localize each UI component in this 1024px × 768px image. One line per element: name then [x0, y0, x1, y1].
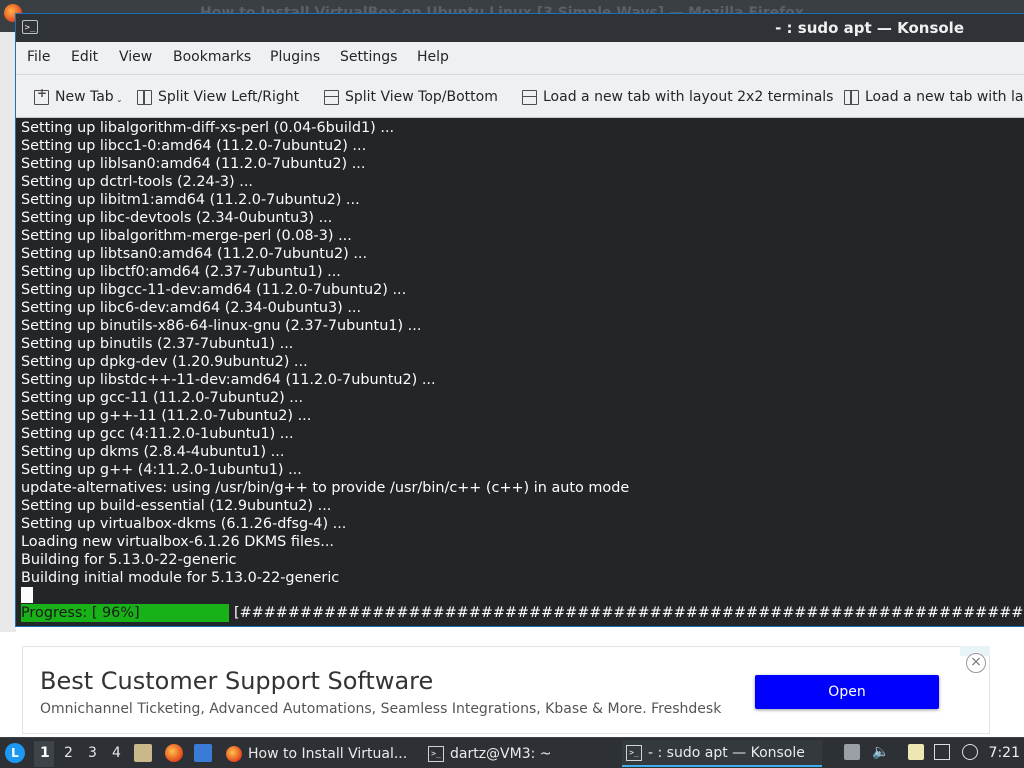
- layout-more-button[interactable]: Load a new tab with lay: [844, 87, 1024, 107]
- layout-2x2-button[interactable]: Load a new tab with layout 2x2 terminals: [522, 87, 833, 107]
- terminal-line: Setting up liblsan0:amd64 (11.2.0-7ubunt…: [21, 156, 366, 172]
- desktop-2[interactable]: 2: [64, 745, 73, 761]
- firefox-side-strip: [0, 32, 16, 632]
- toolbar: New Tab ⌄ Split View Left/Right Split Vi…: [16, 75, 1024, 118]
- terminal-line: Setting up dkms (2.8.4-4ubuntu1) ...: [21, 444, 285, 460]
- task-firefox-label: How to Install Virtual...: [248, 745, 408, 762]
- konsole-window-title: - : sudo apt — Konsole: [775, 19, 964, 37]
- menu-view[interactable]: View: [119, 49, 152, 65]
- terminal-line: Setting up libc-devtools (2.34-0ubuntu3)…: [21, 210, 333, 226]
- terminal-line: Loading new virtualbox-6.1.26 DKMS files…: [21, 534, 335, 550]
- desktop-1[interactable]: 1: [40, 745, 50, 761]
- terminal-line: Setting up build-essential (12.9ubuntu2)…: [21, 498, 332, 514]
- layout-icon: [522, 89, 537, 105]
- terminal-line: Building initial module for 5.13.0-22-ge…: [21, 570, 340, 586]
- menu-help[interactable]: Help: [417, 49, 449, 65]
- terminal-line: Setting up g++ (4:11.2.0-1ubuntu1) ...: [21, 462, 302, 478]
- terminal-line: Setting up libc6-dev:amd64 (2.34-0ubuntu…: [21, 300, 362, 316]
- show-desktop-icon[interactable]: [194, 744, 212, 762]
- task-firefox[interactable]: How to Install Virtual...: [222, 740, 414, 767]
- new-tab-label: New Tab: [55, 89, 114, 105]
- terminal-line: Setting up libstdc++-11-dev:amd64 (11.2.…: [21, 372, 436, 388]
- layout-icon: [844, 89, 859, 105]
- terminal-line: Setting up virtualbox-dkms (6.1.26-dfsg-…: [21, 516, 347, 532]
- terminal-icon: >_: [22, 20, 38, 34]
- menu-file[interactable]: File: [27, 49, 50, 65]
- terminal-line: update-alternatives: using /usr/bin/g++ …: [21, 480, 630, 496]
- terminal-output[interactable]: Setting up libalgorithm-diff-xs-perl (0.…: [20, 118, 1024, 626]
- taskbar: L 1 2 3 4 How to Install Virtual... >_ d…: [0, 737, 1024, 768]
- terminal-line: Setting up gcc (4:11.2.0-1ubuntu1) ...: [21, 426, 294, 442]
- split-horizontal-icon: [324, 89, 339, 105]
- layout-more-label: Load a new tab with lay: [865, 89, 1024, 105]
- terminal-line: Setting up libitm1:amd64 (11.2.0-7ubuntu…: [21, 192, 360, 208]
- konsole-titlebar[interactable]: >_ - : sudo apt — Konsole: [16, 14, 1024, 42]
- progress-bar-hashes: [#######################################…: [234, 605, 1024, 621]
- split-left-right-label: Split View Left/Right: [158, 89, 300, 105]
- menu-settings[interactable]: Settings: [340, 49, 397, 65]
- notifications-icon[interactable]: [962, 744, 978, 760]
- firefox-launcher-icon[interactable]: [165, 744, 183, 762]
- split-vertical-icon: [137, 89, 152, 105]
- terminal-line: Setting up g++-11 (11.2.0-7ubuntu2) ...: [21, 408, 312, 424]
- task-konsole-label: - : sudo apt — Konsole: [648, 744, 805, 761]
- terminal-line: Setting up libgcc-11-dev:amd64 (11.2.0-7…: [21, 282, 407, 298]
- ad-title: Best Customer Support Software: [40, 667, 434, 695]
- desktop-4[interactable]: 4: [112, 745, 121, 761]
- split-top-bottom-button[interactable]: Split View Top/Bottom: [324, 87, 498, 107]
- ad-subtitle: Omnichannel Ticketing, Advanced Automati…: [40, 701, 722, 717]
- terminal-line: Setting up libtsan0:amd64 (11.2.0-7ubunt…: [21, 246, 368, 262]
- split-top-bottom-label: Split View Top/Bottom: [345, 89, 498, 105]
- task-terminal-dartz[interactable]: >_ dartz@VM3: ~: [424, 740, 614, 767]
- file-manager-icon[interactable]: [134, 744, 152, 762]
- terminal-line: Setting up gcc-11 (11.2.0-7ubuntu2) ...: [21, 390, 304, 406]
- ad-banner[interactable]: Best Customer Support Software Omnichann…: [22, 646, 990, 734]
- menu-bookmarks[interactable]: Bookmarks: [173, 49, 251, 65]
- terminal-line: Setting up libcc1-0:amd64 (11.2.0-7ubunt…: [21, 138, 367, 154]
- updates-tray-icon[interactable]: [844, 744, 860, 760]
- clock[interactable]: 7:21: [989, 745, 1020, 761]
- progress-label: Progress: [ 96%]: [21, 604, 229, 622]
- task-konsole[interactable]: >_ - : sudo apt — Konsole: [622, 740, 822, 767]
- menu-plugins[interactable]: Plugins: [270, 49, 320, 65]
- terminal-line: Building for 5.13.0-22-generic: [21, 552, 237, 568]
- terminal-line: Setting up binutils-x86-64-linux-gnu (2.…: [21, 318, 422, 334]
- layout-2x2-label: Load a new tab with layout 2x2 terminals: [543, 89, 834, 105]
- volume-icon[interactable]: 🔈: [872, 744, 889, 760]
- new-tab-button[interactable]: New Tab: [34, 86, 114, 107]
- terminal-line: Setting up libalgorithm-merge-perl (0.08…: [21, 228, 352, 244]
- terminal-icon: >_: [626, 744, 642, 761]
- terminal-line: Setting up libalgorithm-diff-xs-perl (0.…: [21, 120, 395, 136]
- terminal-line: Setting up libctf0:amd64 (2.37-7ubuntu1)…: [21, 264, 341, 280]
- terminal-line: Setting up dctrl-tools (2.24-3) ...: [21, 174, 253, 190]
- application-launcher-icon[interactable]: L: [5, 743, 25, 763]
- task-terminal-dartz-label: dartz@VM3: ~: [450, 745, 552, 762]
- ad-open-button[interactable]: Open: [755, 675, 939, 709]
- network-icon[interactable]: [934, 744, 950, 760]
- terminal-line: Setting up dpkg-dev (1.20.9ubuntu2) ...: [21, 354, 308, 370]
- text-cursor: [21, 587, 33, 603]
- split-left-right-button[interactable]: Split View Left/Right: [137, 87, 299, 107]
- menubar: File Edit View Bookmarks Plugins Setting…: [16, 42, 1024, 75]
- desktop-3[interactable]: 3: [88, 745, 97, 761]
- terminal-icon: >_: [428, 745, 444, 762]
- clipboard-icon[interactable]: [908, 744, 924, 760]
- konsole-window: >_ - : sudo apt — Konsole File Edit View…: [16, 14, 1024, 626]
- chevron-down-icon[interactable]: ⌄: [116, 95, 123, 104]
- new-tab-icon: [34, 86, 49, 105]
- close-icon[interactable]: ×: [966, 653, 986, 673]
- menu-edit[interactable]: Edit: [71, 49, 98, 65]
- firefox-icon: [226, 745, 242, 762]
- terminal-line: Setting up binutils (2.37-7ubuntu1) ...: [21, 336, 294, 352]
